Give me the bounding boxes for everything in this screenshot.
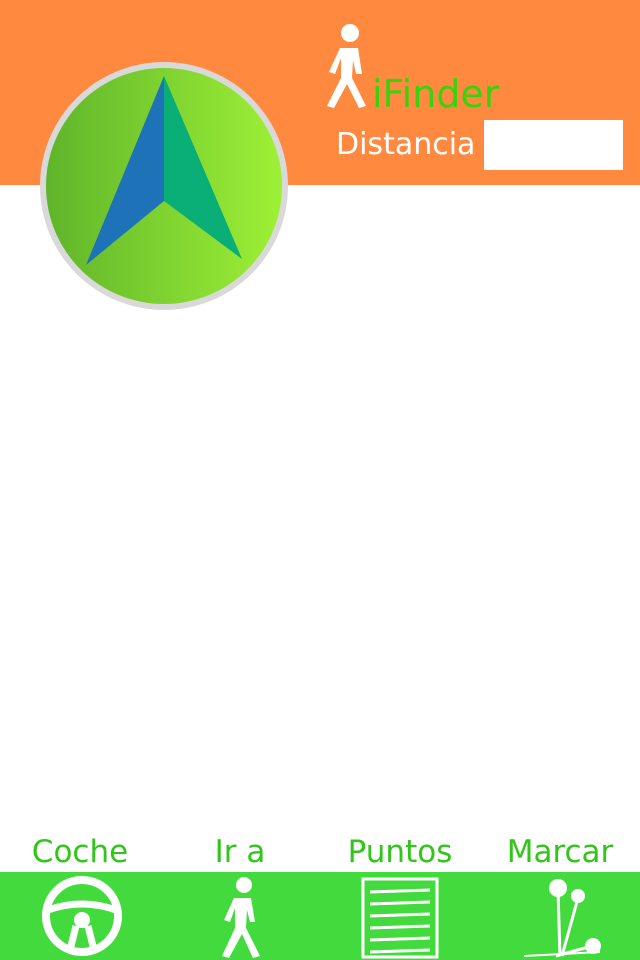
coche-label: Coche xyxy=(31,834,129,870)
bottom-toolbar xyxy=(0,872,640,960)
marcar-label: Marcar xyxy=(506,834,614,870)
ir-a-button[interactable] xyxy=(160,872,320,960)
puntos-button[interactable] xyxy=(320,872,480,960)
puntos-label: Puntos xyxy=(347,834,453,870)
walking-person-icon xyxy=(222,877,260,958)
list-sheet-icon xyxy=(361,877,439,959)
distance-field[interactable] xyxy=(484,120,623,170)
app-title: iFinder xyxy=(372,72,500,116)
steering-wheel-icon xyxy=(42,876,122,956)
coche-button[interactable] xyxy=(0,872,160,960)
toolbar-labels: Coche Ir a Puntos Marcar xyxy=(0,832,640,872)
marcar-button[interactable] xyxy=(480,872,640,960)
distance-label: Distancia xyxy=(336,127,476,162)
pins-icon xyxy=(523,879,601,958)
compass-icon xyxy=(40,62,288,310)
ir-a-label: Ir a xyxy=(214,834,266,870)
walking-person-logo-icon xyxy=(327,24,366,108)
